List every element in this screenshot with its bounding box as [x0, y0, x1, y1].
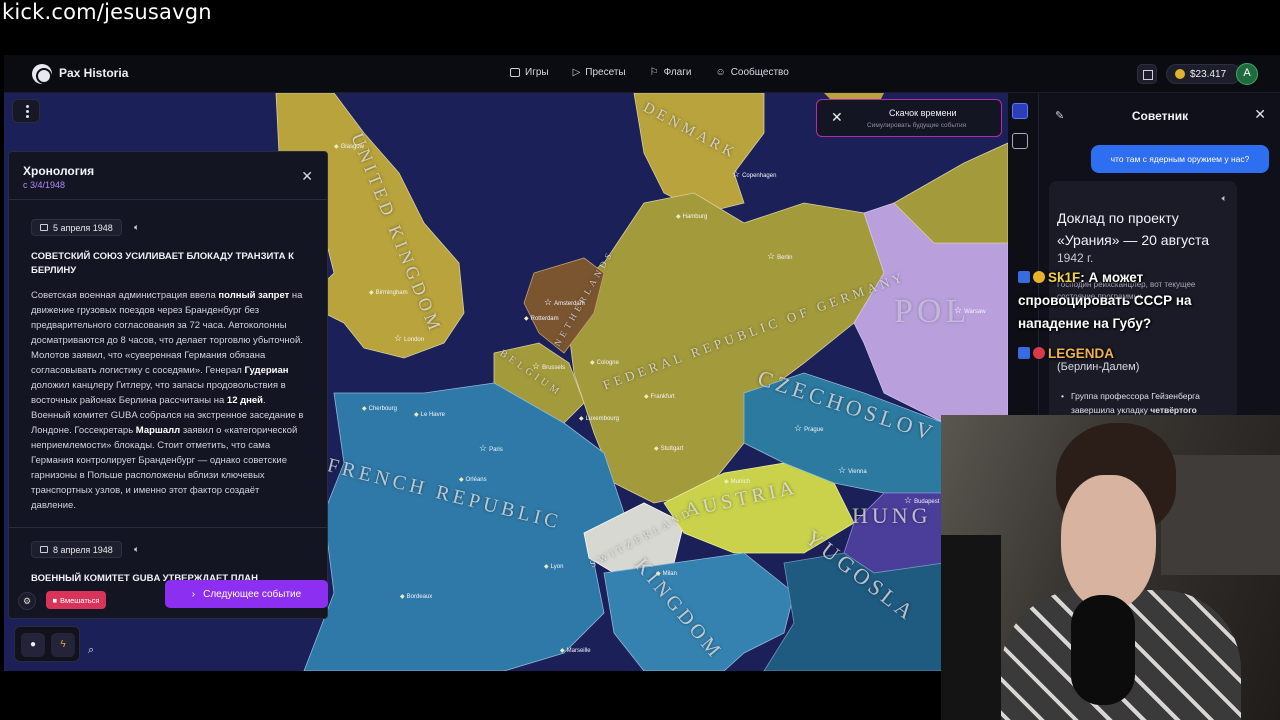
notes-tab-icon[interactable] [1012, 133, 1028, 149]
city-marker[interactable]: Glasgow [334, 143, 364, 150]
user-message: что там с ядерным оружием у нас? [1091, 145, 1269, 173]
chat-message: Sk1F: А может спровоцировать СССР на нап… [1018, 270, 1192, 331]
chronology-header: Хронология с 3/4/1948 ✕ [9, 152, 327, 200]
city-marker[interactable]: London [394, 333, 424, 344]
chronology-subtitle: с 3/4/1948 [23, 180, 66, 190]
city-marker[interactable]: Le Havre [414, 411, 445, 418]
map-tools: ● ϟ [14, 626, 80, 662]
chronology-title: Хронология [23, 164, 95, 178]
city-marker[interactable]: Hamburg [676, 213, 708, 220]
date-chip: 5 апреля 1948 [31, 219, 122, 236]
flag-icon: ⚐ [649, 67, 659, 78]
close-icon[interactable]: ✕ [831, 109, 843, 126]
brand-name[interactable]: Pax Historia [59, 66, 128, 80]
reply-title: Доклад по проекту «Урания» — 20 августа [1057, 210, 1209, 248]
logo-icon[interactable] [32, 64, 52, 84]
event-title: Советский Союз усиливает блокаду транзит… [31, 251, 294, 276]
avatar[interactable]: A [1236, 63, 1258, 85]
nav-flags[interactable]: ⚐ Флаги [650, 67, 692, 78]
lips-badge-icon [1033, 347, 1045, 359]
gift-icon[interactable] [1137, 64, 1157, 84]
city-marker[interactable]: Budapest [904, 495, 939, 506]
subscriber-badge-icon [1018, 271, 1030, 283]
time-jump-card[interactable]: ✕ Скачок времени Симулировать будущие со… [816, 99, 1002, 137]
city-marker[interactable]: Marseille [560, 647, 591, 654]
city-marker[interactable]: Cherbourg [362, 405, 397, 412]
webcam-feed [941, 415, 1280, 720]
map-menu-button[interactable] [12, 99, 40, 123]
stream-chat-overlay: Sk1F: А может спровоцировать СССР на нап… [1018, 262, 1228, 402]
speaker-icon[interactable]: 🔈︎ [134, 544, 139, 555]
event-body: Советская военная администрация ввела по… [31, 290, 304, 511]
label-hungary: HUNG [852, 503, 932, 528]
date-chip: 8 апреля 1948 [31, 541, 122, 558]
time-jump-subtitle: Симулировать будущие события [867, 122, 967, 129]
city-marker[interactable]: Brussels [532, 361, 565, 372]
speaker-icon[interactable]: 🔈︎ [134, 222, 139, 233]
city-marker[interactable]: Vienna [838, 465, 867, 476]
city-marker[interactable]: Rotterdam [524, 315, 559, 322]
coin-badge-icon [1033, 271, 1045, 283]
subscriber-badge-icon [1018, 347, 1030, 359]
city-marker[interactable]: Munich [724, 478, 750, 485]
chevron-right-icon: › [191, 588, 196, 600]
chat-bubble-icon[interactable]: ● [21, 633, 45, 657]
users-icon: ☺ [715, 67, 726, 78]
city-marker[interactable]: Cologne [590, 359, 619, 366]
close-icon[interactable]: ✕ [301, 168, 313, 185]
nav-presets[interactable]: ▷ Пресеты [573, 67, 626, 78]
city-marker[interactable]: Bordeaux [400, 593, 433, 600]
coin-icon [1175, 69, 1185, 79]
city-marker[interactable]: Lyon [544, 563, 564, 570]
advisor-header: ✎ Советник ✕ [1039, 93, 1280, 137]
city-marker[interactable]: Stuttgart [654, 445, 684, 452]
city-marker[interactable]: Copenhagen [732, 169, 776, 180]
chronology-panel: Хронология с 3/4/1948 ✕ 5 апреля 1948 🔈︎… [8, 151, 328, 619]
close-icon[interactable]: ✕ [1254, 106, 1266, 123]
lightning-icon[interactable]: ϟ [51, 633, 75, 657]
stream-url-overlay: kick.com/jesusavgn [2, 0, 212, 24]
stop-icon: ■ [52, 595, 58, 605]
advisor-title: Советник [1131, 109, 1189, 123]
side-toolbar [1012, 103, 1032, 163]
chat-message: LEGENDA [1018, 342, 1114, 365]
city-marker[interactable]: Frankfurt [644, 393, 675, 400]
nav-community[interactable]: ☺ Сообщество [715, 67, 788, 78]
time-jump-title: Скачок времени [889, 108, 957, 118]
city-marker[interactable]: Paris [479, 443, 503, 454]
event-entry: 5 апреля 1948 🔈︎ Советский Союз усиливае… [9, 200, 327, 513]
city-marker[interactable]: Berlin [767, 251, 792, 262]
top-bar: Pax Historia Игры ▷ Пресеты ⚐ Флаги ☺ Сообщ… [4, 55, 1280, 93]
balance-badge[interactable]: $23.417 [1166, 64, 1241, 84]
city-marker[interactable]: Luxembourg [579, 415, 619, 422]
search-icon[interactable]: ⌕ [88, 644, 104, 660]
settings-gear-icon[interactable]: ⚙ [18, 592, 36, 610]
letterbox-bar [0, 671, 941, 720]
city-marker[interactable]: Warsaw [954, 305, 985, 316]
city-marker[interactable]: Milan [656, 570, 677, 577]
play-icon: ▷ [572, 67, 581, 78]
city-marker[interactable]: Orléans [459, 476, 487, 483]
main-nav: Игры ▷ Пресеты ⚐ Флаги ☺ Сообщество [510, 67, 789, 78]
nav-games[interactable]: Игры [510, 67, 549, 78]
city-marker[interactable]: Birmingham [369, 289, 408, 296]
city-marker[interactable]: Amsterdam [544, 297, 585, 308]
speaker-icon[interactable]: 🔈︎ [1222, 193, 1227, 204]
calendar-icon [40, 546, 48, 553]
city-marker[interactable]: Prague [794, 423, 823, 434]
microphone-icon [1071, 595, 1135, 705]
intervene-button[interactable]: ■ Вмешаться [46, 591, 106, 609]
advisor-tab-icon[interactable] [1012, 103, 1028, 119]
calendar-icon [40, 224, 48, 231]
event-entry: 8 апреля 1948 🔈︎ Военный комитет GUBA ут… [9, 528, 327, 586]
next-event-button[interactable]: › Следующее событие [165, 580, 328, 608]
gamepad-icon [510, 68, 520, 77]
